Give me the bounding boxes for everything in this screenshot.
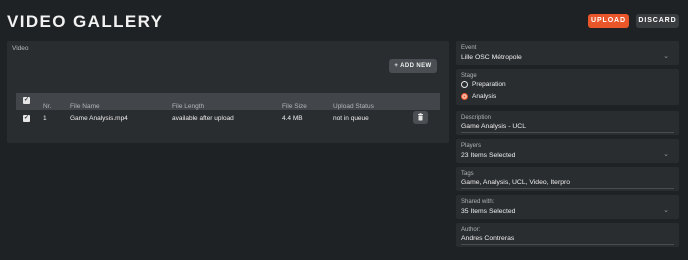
check-icon: ✓ [23,115,30,121]
tags-underline [461,188,674,189]
plus-icon: + [394,63,399,69]
row-nr: 1 [43,115,47,122]
tags-label: Tags [461,171,474,177]
shared-with-label: Shared with: [461,199,495,205]
players-label: Players [461,143,482,149]
players-value: 23 Items Selected [461,152,516,159]
description-value: Game Analysis - UCL [461,123,526,130]
column-header-nr: Nr. [43,103,52,110]
chevron-down-icon: ⌄ [663,207,669,214]
event-value: Lille OSC Métropole [461,54,522,61]
stage-label: Stage [461,73,477,79]
shared-with-field[interactable]: Shared with: 35 Items Selected ⌄ [456,195,679,219]
author-value: Andres Contreras [461,235,515,242]
delete-button[interactable] [413,111,428,124]
row-file-size: 4.4 MB [282,115,303,122]
author-underline [461,244,674,245]
players-field[interactable]: Players 23 Items Selected ⌄ [456,139,679,163]
column-header-file-length: File Length [172,103,205,110]
stage-option-label: Preparation [472,81,506,88]
check-icon: ✓ [23,97,30,103]
event-label: Event [461,45,477,51]
stage-field: Stage Preparation Analysis [456,69,679,105]
event-field[interactable]: Event Lille OSC Métropole ⌄ [456,41,679,65]
row-checkbox[interactable]: ✓ [23,115,30,122]
description-label: Description [461,115,492,121]
shared-with-value: 35 Items Selected [461,208,516,215]
author-label: Author: [461,227,481,233]
column-header-upload-status: Upload Status [333,103,374,110]
chevron-down-icon: ⌄ [663,53,669,60]
description-underline [461,132,674,133]
trash-icon [418,113,423,121]
table-row: ✓ 1 Game Analysis.mp4 available after up… [16,110,440,126]
row-file-name: Game Analysis.mp4 [70,115,128,122]
video-section-label: Video [12,45,29,52]
column-header-file-name: File Name [70,103,100,110]
row-upload-status: not in queue [333,115,369,122]
page-title: VIDEO GALLERY [7,12,164,31]
tags-value: Game, Analysis, UCL, Video, Iterpro [461,179,571,186]
select-all-checkbox[interactable]: ✓ [23,97,30,104]
upload-button[interactable]: UPLOAD [588,14,629,28]
add-new-button[interactable]: + ADD NEW [389,59,437,73]
table-header: ✓ Nr. File Name File Length File Size Up… [16,93,440,110]
radio-preparation[interactable] [461,81,468,88]
radio-analysis[interactable] [461,93,468,100]
row-file-length: available after upload [172,115,234,122]
video-panel: Video + ADD NEW ✓ Nr. File Name File Len… [7,41,449,143]
add-new-label: ADD NEW [400,63,432,69]
description-field[interactable]: Description Game Analysis - UCL [456,111,679,135]
discard-button[interactable]: DISCARD [636,14,679,28]
stage-option-label: Analysis [472,93,497,100]
author-field[interactable]: Author: Andres Contreras [456,223,679,247]
column-header-file-size: File Size [282,103,307,110]
chevron-down-icon: ⌄ [663,151,669,158]
tags-field[interactable]: Tags Game, Analysis, UCL, Video, Iterpro [456,167,679,191]
